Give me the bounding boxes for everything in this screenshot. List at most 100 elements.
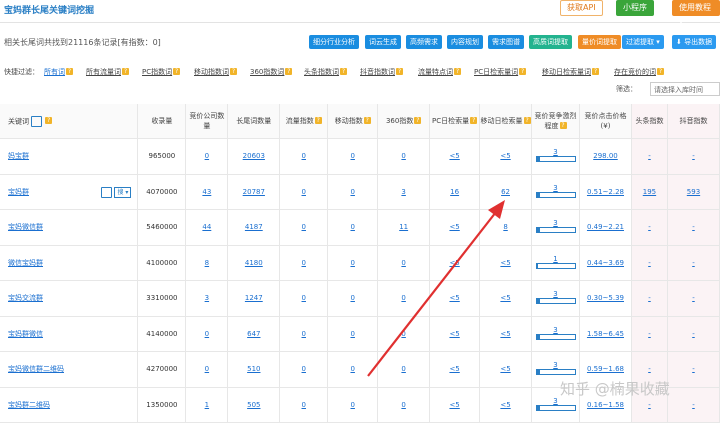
- filter-all-words[interactable]: 所有词?: [44, 67, 73, 77]
- douyin-index-link[interactable]: -: [692, 152, 695, 160]
- cell-360-index-link[interactable]: 0: [401, 365, 405, 373]
- cell-traffic-index-link[interactable]: 0: [302, 330, 306, 338]
- toutiao-index-link[interactable]: 195: [643, 188, 656, 196]
- bid-price-link[interactable]: 0.59~1.68: [587, 365, 624, 373]
- bid-price-link[interactable]: 298.00: [593, 152, 618, 160]
- douyin-index-link[interactable]: -: [692, 223, 695, 231]
- col-bid-companies[interactable]: 竞价公司数量: [185, 104, 229, 139]
- word-cloud-button[interactable]: 词云生成: [365, 35, 401, 49]
- col-indexed[interactable]: 收录量: [137, 104, 187, 139]
- cell-360-index-link[interactable]: 11: [399, 223, 408, 231]
- douyin-index-link[interactable]: 593: [687, 188, 700, 196]
- cell-traffic-index-link[interactable]: 0: [302, 259, 306, 267]
- get-api-button[interactable]: 获取API: [560, 0, 603, 16]
- cell-bid-companies-link[interactable]: 43: [202, 188, 211, 196]
- cell-longtail-count-link[interactable]: 1247: [245, 294, 263, 302]
- keyword-link[interactable]: 宝妈群: [8, 188, 29, 196]
- keyword-link[interactable]: 宝妈微信群: [8, 223, 43, 231]
- filter-extract-button[interactable]: 过滤提取 ▾: [622, 35, 664, 49]
- keyword-link[interactable]: 宝妈群二维码: [8, 401, 50, 409]
- toutiao-index-link[interactable]: -: [648, 401, 651, 409]
- cell-longtail-count-link[interactable]: 505: [247, 401, 260, 409]
- douyin-index-link[interactable]: -: [692, 401, 695, 409]
- cell-360-index-link[interactable]: 3: [401, 188, 405, 196]
- cell-360-index-link[interactable]: 0: [401, 152, 405, 160]
- keyword-link[interactable]: 微信宝妈群: [8, 259, 43, 267]
- mini-program-button[interactable]: 小程序: [616, 0, 654, 16]
- col-traffic-index[interactable]: 流量指数?: [279, 104, 329, 139]
- cell-traffic-index-link[interactable]: 0: [302, 401, 306, 409]
- competition-gauge[interactable]: 3: [535, 290, 576, 305]
- cell-mobile-index-link[interactable]: 0: [350, 294, 354, 302]
- filter-360-index-words[interactable]: 360指数词?: [250, 67, 293, 77]
- competition-gauge[interactable]: 3: [535, 361, 576, 376]
- cell-360-index-link[interactable]: 0: [401, 401, 405, 409]
- col-mobile-index[interactable]: 移动指数?: [327, 104, 379, 139]
- cell-longtail-count-link[interactable]: 20787: [243, 188, 265, 196]
- competition-gauge[interactable]: 3: [535, 219, 576, 234]
- cell-pc-daily-search-link[interactable]: <5: [449, 401, 459, 409]
- keyword-link[interactable]: 妈宝群: [8, 152, 29, 160]
- bid-price-link[interactable]: 0.44~3.69: [587, 259, 624, 267]
- cell-longtail-count-link[interactable]: 510: [247, 365, 260, 373]
- demand-graph-button[interactable]: 需求图谱: [488, 35, 524, 49]
- filter-douyin-index-words[interactable]: 抖音指数词?: [360, 67, 403, 77]
- filter-bidding-words[interactable]: 存在竞价的词?: [614, 67, 664, 77]
- keyword-link[interactable]: 宝妈交流群: [8, 294, 43, 302]
- tutorial-button[interactable]: 使用教程 ▾: [672, 0, 720, 26]
- storage-time-select[interactable]: 请选择入库时间: [650, 82, 720, 96]
- cell-bid-companies-link[interactable]: 44: [202, 223, 211, 231]
- cell-mobile-index-link[interactable]: 0: [350, 188, 354, 196]
- cell-mobile-index-link[interactable]: 0: [350, 259, 354, 267]
- toutiao-index-link[interactable]: -: [648, 294, 651, 302]
- cell-longtail-count-link[interactable]: 647: [247, 330, 260, 338]
- cell-traffic-index-link[interactable]: 0: [302, 188, 306, 196]
- cell-longtail-count-link[interactable]: 20603: [243, 152, 265, 160]
- cell-mobile-daily-search-link[interactable]: 8: [503, 223, 507, 231]
- cell-pc-daily-search-link[interactable]: 16: [450, 188, 459, 196]
- toutiao-index-link[interactable]: -: [648, 152, 651, 160]
- cell-mobile-index-link[interactable]: 0: [350, 330, 354, 338]
- cell-360-index-link[interactable]: 0: [401, 294, 405, 302]
- toutiao-index-link[interactable]: -: [648, 259, 651, 267]
- cell-longtail-count-link[interactable]: 4180: [245, 259, 263, 267]
- bid-price-link[interactable]: 0.49~2.21: [587, 223, 624, 231]
- cell-pc-daily-search-link[interactable]: <5: [449, 294, 459, 302]
- cell-traffic-index-link[interactable]: 0: [302, 294, 306, 302]
- cell-mobile-index-link[interactable]: 0: [350, 401, 354, 409]
- cell-pc-daily-search-link[interactable]: <5: [449, 330, 459, 338]
- competition-gauge[interactable]: 1: [535, 255, 576, 269]
- search-dropdown-button[interactable]: 搜 ▾: [114, 186, 132, 198]
- competition-gauge[interactable]: 3: [535, 184, 576, 198]
- filter-traffic-words[interactable]: 所有流量词?: [86, 67, 129, 77]
- cell-traffic-index-link[interactable]: 0: [302, 223, 306, 231]
- cell-mobile-daily-search-link[interactable]: <5: [500, 330, 510, 338]
- cell-bid-companies-link[interactable]: 1: [205, 401, 209, 409]
- toutiao-index-link[interactable]: -: [648, 223, 651, 231]
- cell-mobile-index-link[interactable]: 0: [350, 223, 354, 231]
- cell-pc-daily-search-link[interactable]: <5: [449, 152, 459, 160]
- filter-pc-index-words[interactable]: PC指数词?: [142, 67, 181, 77]
- export-data-button[interactable]: ⬇ 导出数据: [672, 35, 717, 49]
- cell-mobile-daily-search-link[interactable]: <5: [500, 365, 510, 373]
- keyword-link[interactable]: 宝妈群微信: [8, 330, 43, 338]
- col-360-index[interactable]: 360指数?: [377, 104, 431, 139]
- col-pc-daily-search[interactable]: PC日检索量?: [429, 104, 481, 139]
- cell-360-index-link[interactable]: 0: [401, 259, 405, 267]
- cell-pc-daily-search-link[interactable]: <5: [449, 223, 459, 231]
- filter-traffic-feature-words[interactable]: 流量特点词?: [418, 67, 461, 77]
- cell-mobile-index-link[interactable]: 0: [350, 365, 354, 373]
- cell-traffic-index-link[interactable]: 0: [302, 152, 306, 160]
- cell-bid-companies-link[interactable]: 0: [205, 152, 209, 160]
- competition-gauge[interactable]: 3: [535, 148, 576, 163]
- bid-price-link[interactable]: 1.58~6.45: [587, 330, 624, 338]
- filter-pc-daily-search-words[interactable]: PC日检索量词?: [474, 67, 527, 77]
- cell-mobile-daily-search-link[interactable]: <5: [500, 259, 510, 267]
- col-bid-price[interactable]: 竞价点击价格(¥): [579, 104, 632, 139]
- toutiao-index-link[interactable]: -: [648, 330, 651, 338]
- competition-gauge[interactable]: 3: [535, 326, 576, 340]
- cell-longtail-count-link[interactable]: 4187: [245, 223, 263, 231]
- filter-mobile-daily-search-words[interactable]: 移动日检索量词?: [542, 67, 599, 77]
- douyin-index-link[interactable]: -: [692, 294, 695, 302]
- col-toutiao-index[interactable]: 头条指数: [631, 104, 668, 139]
